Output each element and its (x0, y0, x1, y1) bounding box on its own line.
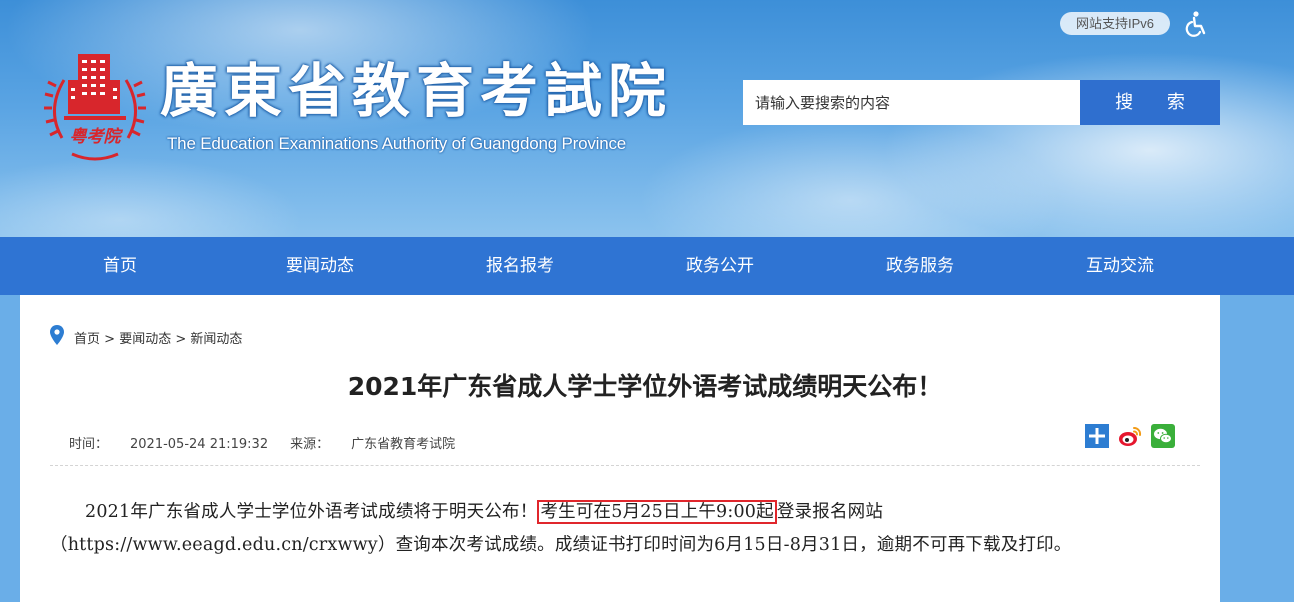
location-pin-icon (50, 325, 64, 345)
logo-seal[interactable]: 粤考院 (42, 50, 148, 164)
breadcrumb-home[interactable]: 首页 (74, 332, 100, 347)
breadcrumb-news[interactable]: 要闻动态 (119, 332, 171, 347)
site-header: 网站支持IPv6 粤考院 廣東省教育考試院 The Education Exam… (0, 0, 1294, 237)
article-panel: 首页 > 要闻动态 > 新闻动态 2021年广东省成人学士学位外语考试成绩明天公… (20, 295, 1220, 602)
article-paragraph: 2021年广东省成人学士学位外语考试成绩将于明天公布！ 考生可在5月25日上午9:… (50, 500, 1072, 555)
nav-item-gov-services[interactable]: 政务服务 (820, 237, 1020, 295)
wechat-icon[interactable] (1151, 424, 1175, 448)
article-title: 2021年广东省成人学士学位外语考试成绩明天公布！ (347, 372, 943, 401)
nav-item-news[interactable]: 要闻动态 (220, 237, 420, 295)
search-input[interactable] (743, 80, 1080, 125)
site-subtitle: The Education Examinations Authority of … (167, 134, 627, 153)
breadcrumb-current[interactable]: 新闻动态 (190, 332, 242, 347)
ipv6-badge[interactable]: 网站支持IPv6 (1060, 12, 1170, 35)
site-title[interactable]: 廣東省教育考試院 (160, 58, 672, 124)
article-body: 2021年广东省成人学士学位外语考试成绩将于明天公布！ 考生可在5月25日上午9:… (50, 496, 1200, 562)
share-plus-icon[interactable] (1085, 424, 1109, 448)
search-button[interactable]: 搜 索 (1080, 80, 1220, 125)
breadcrumb: 首页 > 要闻动态 > 新闻动态 (74, 328, 242, 347)
nav-item-registration[interactable]: 报名报考 (420, 237, 620, 295)
breadcrumb-separator: > (104, 332, 116, 347)
main-nav: 首页 要闻动态 报名报考 政务公开 政务服务 互动交流 (0, 237, 1294, 295)
nav-item-public-affairs[interactable]: 政务公开 (620, 237, 820, 295)
divider (50, 465, 1200, 466)
highlighted-text: 考生可在5月25日上午9:00起 (537, 500, 777, 524)
article-meta: 时间： 2021-05-24 21:19:32 来源： 广东省教育考试院 (69, 433, 455, 452)
article-source: 来源： 广东省教育考试院 (290, 437, 456, 452)
svg-text:粤考院: 粤考院 (70, 127, 124, 147)
accessibility-icon[interactable] (1184, 11, 1208, 37)
weibo-icon[interactable] (1118, 424, 1142, 448)
breadcrumb-separator: > (175, 332, 187, 347)
nav-item-interaction[interactable]: 互动交流 (1020, 237, 1220, 295)
nav-item-home[interactable]: 首页 (20, 237, 220, 295)
publish-time: 时间： 2021-05-24 21:19:32 (69, 437, 269, 452)
